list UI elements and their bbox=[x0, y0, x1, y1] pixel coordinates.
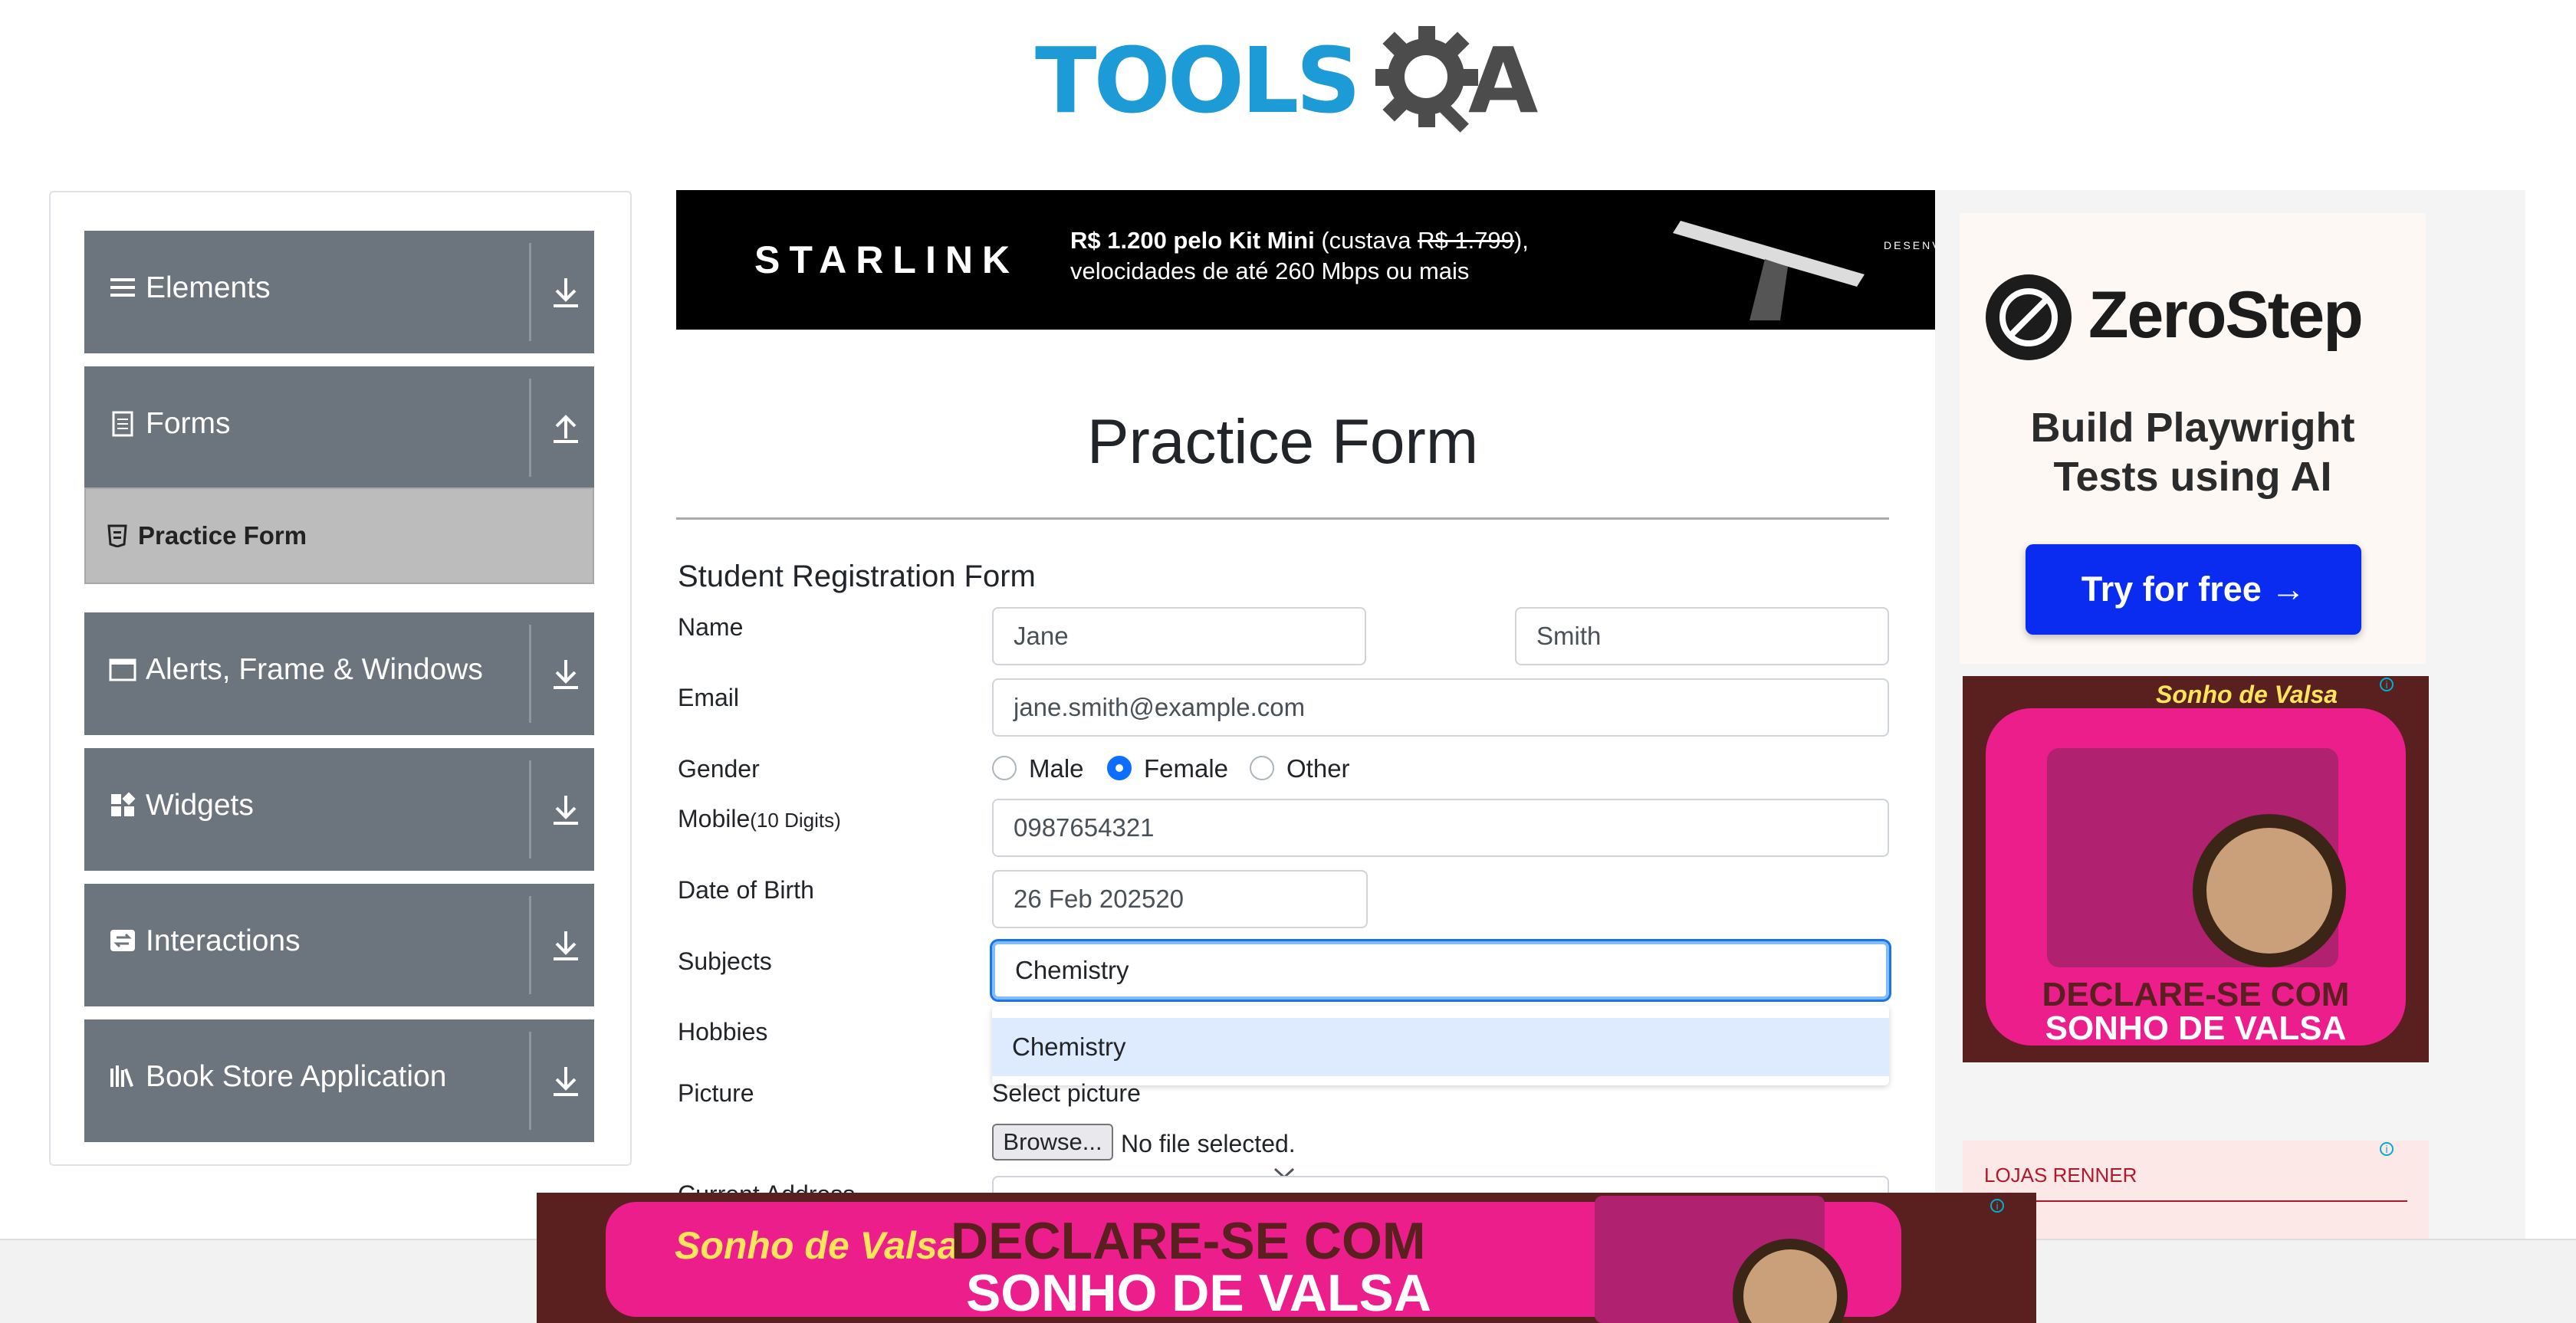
ad-brand: STARLINK bbox=[754, 238, 1020, 281]
sidebar-group-interactions[interactable]: Interactions bbox=[84, 884, 594, 1006]
divider bbox=[529, 1032, 531, 1130]
mobile-label: Mobile(10 Digits) bbox=[678, 805, 841, 832]
download-arrow-icon[interactable] bbox=[549, 925, 583, 965]
interactions-icon bbox=[110, 930, 135, 951]
starlink-ad-banner[interactable]: STARLINK R$ 1.200 pelo Kit Mini (custava… bbox=[676, 190, 1935, 330]
sidebar-group-widgets[interactable]: Widgets bbox=[84, 748, 594, 871]
last-name-input[interactable]: Smith bbox=[1515, 607, 1889, 665]
subjects-input[interactable]: Chemistry bbox=[992, 941, 1889, 1000]
sidebar: Elements Forms Practice Form Alerts, Fra… bbox=[49, 191, 632, 1166]
renner-brand: LOJAS RENNER bbox=[1984, 1164, 2137, 1187]
gender-option-label[interactable]: Male bbox=[1029, 754, 1084, 783]
try-for-free-button[interactable]: Try for free → bbox=[2026, 544, 2361, 635]
ad-info-icon[interactable]: i bbox=[2380, 1142, 2394, 1156]
ad-side-text: DESENV bbox=[1884, 239, 1935, 251]
divider bbox=[529, 243, 531, 341]
email-label: Email bbox=[678, 684, 740, 711]
mobile-input[interactable]: 0987654321 bbox=[992, 799, 1889, 857]
browse-button[interactable]: Browse... bbox=[992, 1124, 1113, 1160]
toolsqa-logo[interactable]: TOOLS A bbox=[1035, 21, 1541, 144]
divider bbox=[529, 896, 531, 994]
sidebar-group-alerts[interactable]: Alerts, Frame & Windows bbox=[84, 612, 594, 735]
zerostep-name: ZeroStep bbox=[2088, 278, 2364, 352]
divider bbox=[529, 625, 531, 723]
gender-label: Gender bbox=[678, 755, 760, 783]
download-arrow-icon[interactable] bbox=[549, 654, 583, 694]
zerostep-ad[interactable]: ZeroStep Build Playwright Tests using AI … bbox=[1960, 213, 2426, 664]
subjects-label: Subjects bbox=[678, 947, 772, 975]
email-input[interactable]: jane.smith@example.com bbox=[992, 678, 1889, 737]
bottom-ad-brand: Sonho de Valsa bbox=[675, 1224, 959, 1267]
bottom-sonho-de-valsa-ad[interactable]: Sonho de Valsa DECLARE-SE COM SONHO DE V… bbox=[537, 1193, 2036, 1323]
dob-label: Date of Birth bbox=[678, 876, 814, 904]
subject-suggestion-option[interactable]: Chemistry bbox=[992, 1018, 1889, 1076]
sonho-de-valsa-ad[interactable]: Sonho de Valsa DECLARE-SE COM SONHO DE VA… bbox=[1963, 676, 2429, 1062]
bottom-ad-line-2: SONHO DE VALSA bbox=[966, 1264, 1432, 1322]
sidebar-group-label: Interactions bbox=[146, 924, 301, 957]
zerostep-logo-icon bbox=[1986, 274, 2072, 360]
sidebar-item-practice-form[interactable]: Practice Form bbox=[84, 488, 594, 584]
html5-icon bbox=[107, 524, 127, 547]
logo-text: TOOLS bbox=[1035, 28, 1361, 133]
page-title: Practice Form bbox=[1086, 407, 1479, 477]
form-subtitle: Student Registration Form bbox=[678, 560, 1036, 593]
sidebar-group-book-store[interactable]: Book Store Application bbox=[84, 1019, 594, 1142]
sidebar-group-elements[interactable]: Elements bbox=[84, 231, 594, 353]
widgets-icon bbox=[111, 792, 136, 816]
candy-ad-text: DECLARE-SE COM SONHO DE VALSA bbox=[2042, 976, 2350, 1047]
ad-line-2: velocidades de até 260 Mbps ou mais bbox=[1070, 258, 1470, 284]
name-label: Name bbox=[678, 613, 744, 641]
select-picture-label: Select picture bbox=[992, 1079, 1141, 1107]
picture-label: Picture bbox=[678, 1079, 754, 1107]
ad-info-icon[interactable]: i bbox=[2380, 678, 2394, 691]
sidebar-group-label: Book Store Application bbox=[146, 1060, 447, 1093]
renner-divider bbox=[1984, 1200, 2407, 1202]
bonbon-image bbox=[2193, 814, 2346, 967]
gender-radio-male[interactable] bbox=[992, 756, 1017, 780]
gender-option-label[interactable]: Female bbox=[1144, 754, 1228, 783]
document-icon bbox=[112, 411, 133, 437]
window-icon bbox=[109, 658, 136, 681]
ad-line-1: R$ 1.200 pelo Kit Mini (custava R$ 1.799… bbox=[1070, 227, 1529, 254]
logo-tail: A bbox=[1468, 28, 1539, 133]
ad-info-icon[interactable]: i bbox=[1990, 1199, 2004, 1213]
candy-brand: Sonho de Valsa bbox=[2156, 681, 2338, 708]
sidebar-group-label: Elements bbox=[146, 271, 271, 304]
upload-arrow-icon[interactable] bbox=[549, 408, 583, 448]
hamburger-icon bbox=[110, 278, 135, 297]
date-of-birth-input[interactable]: 26 Feb 202520 bbox=[992, 870, 1368, 928]
bottom-ad-line-1: DECLARE-SE COM bbox=[951, 1212, 1426, 1270]
satellite-dish-image bbox=[1673, 221, 1865, 320]
first-name-input[interactable]: Jane bbox=[992, 607, 1366, 665]
hobbies-label: Hobbies bbox=[678, 1018, 768, 1046]
gender-radio-female[interactable] bbox=[1107, 756, 1132, 780]
file-status-text: No file selected. bbox=[1121, 1130, 1296, 1157]
sidebar-group-label: Widgets bbox=[146, 789, 254, 822]
download-arrow-icon[interactable] bbox=[549, 1061, 583, 1101]
sidebar-item-label: Practice Form bbox=[138, 521, 307, 550]
title-divider bbox=[676, 517, 1889, 520]
subjects-suggestions: Chemistry bbox=[992, 1006, 1889, 1085]
gender-radio-other[interactable] bbox=[1250, 756, 1274, 780]
sidebar-group-forms[interactable]: Forms bbox=[84, 366, 594, 489]
download-arrow-icon[interactable] bbox=[549, 272, 583, 312]
zerostep-tagline: Build Playwright Tests using AI bbox=[2030, 405, 2355, 500]
gender-option-label[interactable]: Other bbox=[1286, 754, 1350, 783]
divider bbox=[529, 379, 531, 477]
sidebar-group-label: Alerts, Frame & Windows bbox=[146, 653, 483, 686]
sidebar-group-label: Forms bbox=[146, 407, 231, 440]
mobile-hint: (10 Digits) bbox=[750, 809, 841, 832]
books-icon bbox=[110, 1065, 133, 1087]
divider bbox=[529, 760, 531, 858]
download-arrow-icon[interactable] bbox=[549, 790, 583, 829]
